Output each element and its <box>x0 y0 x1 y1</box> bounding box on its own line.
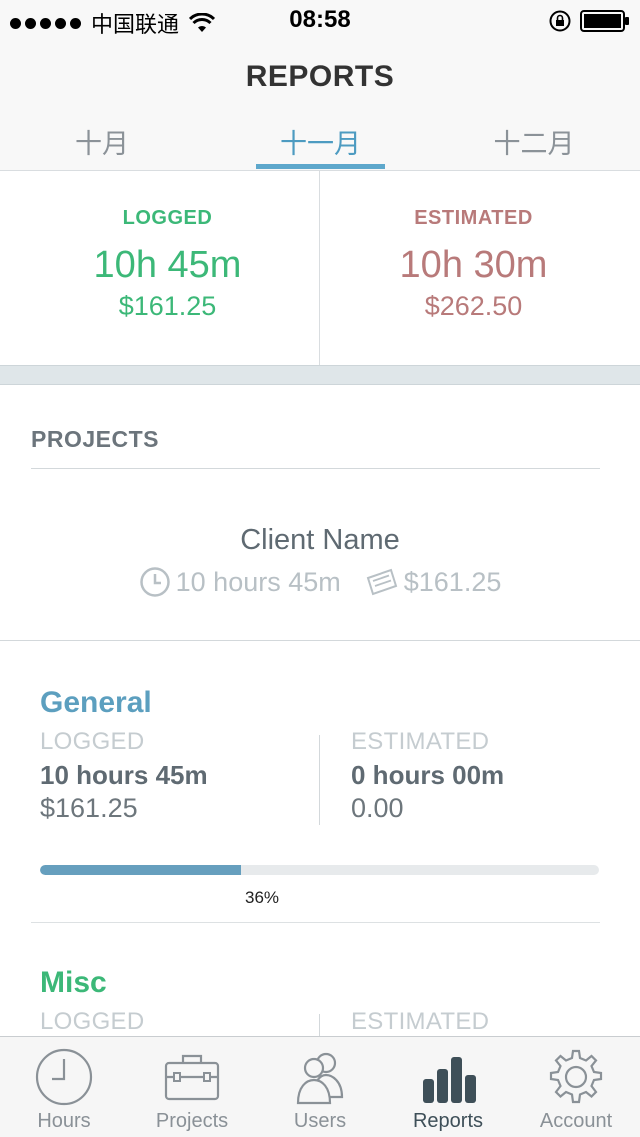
logged-amount: $161.25 <box>118 291 217 321</box>
clock-icon <box>35 1048 93 1106</box>
tab-bar: Hours Projects Users Reports Account <box>0 1036 640 1137</box>
logged-label: LOGGED <box>40 728 145 755</box>
client-name[interactable]: Client Name <box>0 524 640 557</box>
tab-users[interactable]: Users <box>256 1037 384 1137</box>
reports-header: REPORTS 十月 十一月 十二月 <box>0 40 640 171</box>
progress-bar <box>40 865 599 875</box>
divider <box>31 468 600 469</box>
tab-reports-label: Reports <box>412 1110 484 1132</box>
tab-reports[interactable]: Reports <box>384 1037 512 1137</box>
tab-users-label: Users <box>293 1110 347 1132</box>
logged-label: LOGGED <box>40 1008 145 1035</box>
bar-chart-icon <box>423 1057 476 1103</box>
gear-icon <box>549 1049 603 1104</box>
estimated-time: 10h 30m <box>399 244 548 286</box>
briefcase-icon <box>164 1054 220 1101</box>
column-divider <box>319 735 320 825</box>
divider <box>31 922 600 923</box>
project-name-misc[interactable]: Misc <box>40 966 107 1000</box>
logged-hours: 10 hours 45m <box>40 760 208 790</box>
project-name-general[interactable]: General <box>40 686 152 720</box>
estimated-summary: ESTIMATED 10h 30m $262.50 <box>314 171 633 365</box>
invoice-icon <box>366 568 397 596</box>
estimated-label: ESTIMATED <box>351 728 490 755</box>
status-bar: 中国联通 08:58 <box>0 0 640 40</box>
clock-icon <box>139 567 170 597</box>
estimated-label: ESTIMATED <box>351 1008 490 1035</box>
misc-logged: LOGGED <box>40 1008 145 1036</box>
tab-november[interactable]: 十一月 <box>256 122 385 161</box>
summary-panel: LOGGED 10h 45m $161.25 ESTIMATED 10h 30m… <box>0 171 640 365</box>
general-estimated: ESTIMATED 0 hours 00m 0.00 <box>351 728 504 824</box>
progress-fill <box>40 865 242 875</box>
tab-account-label: Account <box>539 1110 613 1132</box>
client-stats: 10 hours 45m $161.25 <box>0 566 640 598</box>
tab-december[interactable]: 十二月 <box>472 122 596 161</box>
tab-projects[interactable]: Projects <box>128 1037 256 1137</box>
tab-account[interactable]: Account <box>512 1037 640 1137</box>
logged-summary: LOGGED 10h 45m $161.25 <box>8 171 327 365</box>
general-logged: LOGGED 10 hours 45m $161.25 <box>40 728 208 824</box>
estimated-label: ESTIMATED <box>414 207 533 229</box>
divider <box>0 640 640 641</box>
client-amount: $161.25 <box>403 566 502 597</box>
users-icon <box>296 1052 344 1105</box>
status-time: 08:58 <box>289 6 351 33</box>
active-tab-indicator <box>256 164 385 169</box>
logged-label: LOGGED <box>122 207 213 229</box>
column-divider <box>319 1014 320 1036</box>
client-hours: 10 hours 45m <box>175 566 341 597</box>
projects-heading: PROJECTS <box>31 426 159 452</box>
rotation-lock-icon <box>549 10 571 32</box>
tab-october[interactable]: 十月 <box>40 122 164 161</box>
estimated-hours: 0 hours 00m <box>351 760 505 790</box>
logged-amount: $161.25 <box>40 793 138 823</box>
logged-time: 10h 45m <box>93 244 242 286</box>
section-separator <box>0 365 640 385</box>
battery-icon <box>580 10 629 32</box>
progress-label: 36% <box>244 888 280 907</box>
tab-projects-label: Projects <box>155 1110 229 1132</box>
tab-hours[interactable]: Hours <box>0 1037 128 1137</box>
estimated-amount: $262.50 <box>424 291 523 321</box>
estimated-amount: 0.00 <box>351 793 404 823</box>
tab-hours-label: Hours <box>37 1110 91 1132</box>
misc-estimated: ESTIMATED <box>351 1008 489 1036</box>
page-title: REPORTS <box>245 60 395 93</box>
